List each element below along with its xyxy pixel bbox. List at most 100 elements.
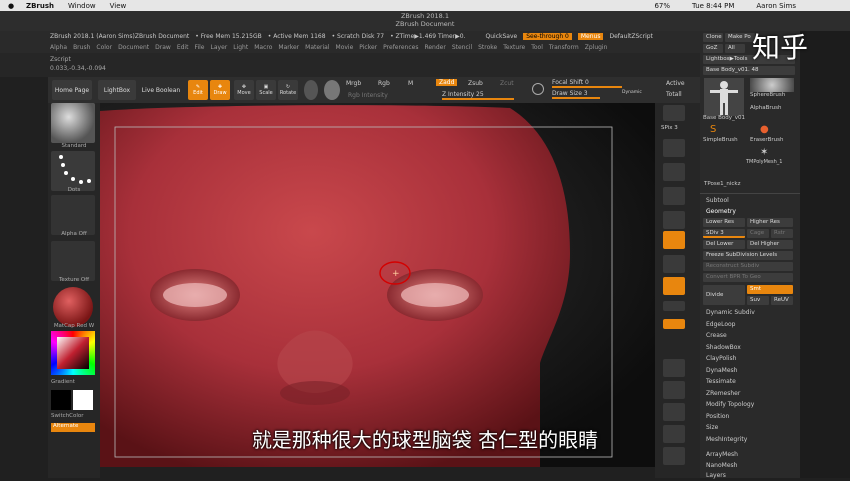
zadd-button[interactable]: Zadd <box>436 79 458 86</box>
zsub-button[interactable]: Zsub <box>468 80 483 87</box>
local-icon[interactable] <box>663 277 685 295</box>
star-icon[interactable]: ✶ <box>760 147 768 158</box>
rotate-view-icon[interactable] <box>663 425 685 443</box>
see-through-slider[interactable]: See-through 0 <box>523 33 572 40</box>
menu-item[interactable]: Movie <box>336 44 354 51</box>
smt-toggle[interactable]: Smt <box>747 285 793 294</box>
menu-item[interactable]: Macro <box>254 44 272 51</box>
menu-item[interactable]: Picker <box>359 44 377 51</box>
eraserbrush-icon[interactable]: ● <box>760 124 769 135</box>
color-square[interactable] <box>57 337 89 369</box>
alternate-button[interactable]: Alternate <box>51 423 95 432</box>
del-higher-button[interactable]: Del Higher <box>747 240 793 249</box>
dynamesh-section[interactable]: DynaMesh <box>704 366 794 376</box>
menu-item[interactable]: Draw <box>155 44 171 51</box>
simplebrush-icon[interactable]: S <box>710 124 716 135</box>
lightbox-button[interactable]: LightBox <box>98 80 136 100</box>
rotate-button[interactable]: ↻ Rotate <box>278 80 298 100</box>
gxyz-icon[interactable] <box>663 319 685 329</box>
modify-topology-section[interactable]: Modify Topology <box>704 400 794 410</box>
meshintegrity-section[interactable]: MeshIntegrity <box>704 435 794 445</box>
suv-toggle[interactable]: Suv <box>747 296 769 305</box>
menu-item[interactable]: Light <box>233 44 248 51</box>
clone-button[interactable]: Clone <box>703 33 723 42</box>
menubar-app[interactable]: ZBrush <box>26 2 54 10</box>
dynamic-subdiv-section[interactable]: Dynamic Subdiv <box>704 308 794 318</box>
menu-item[interactable]: Transform <box>549 44 579 51</box>
user-name[interactable]: Aaron Sims <box>756 2 796 10</box>
current-tool-thumbnail[interactable] <box>704 78 744 116</box>
rgb-button[interactable]: Rgb <box>378 80 390 87</box>
frame-icon[interactable] <box>663 359 685 377</box>
quicksave-button[interactable]: QuickSave <box>486 33 518 40</box>
texture-slot[interactable] <box>51 241 95 281</box>
scale-button[interactable]: ▣ Scale <box>256 80 276 100</box>
alpha-slot[interactable] <box>51 195 95 235</box>
lsym-icon[interactable] <box>663 301 685 311</box>
switch-color-button[interactable]: SwitchColor <box>48 413 100 419</box>
spix-slider[interactable]: SPix 3 <box>661 125 678 131</box>
del-lower-button[interactable]: Del Lower <box>703 240 745 249</box>
color-picker[interactable] <box>51 331 95 375</box>
lower-res-button[interactable]: Lower Res <box>703 218 745 227</box>
spherebrush-thumbnail[interactable] <box>750 78 794 92</box>
zcut-button[interactable]: Zcut <box>500 80 514 87</box>
focal-shift-slider[interactable]: Focal Shift 0 <box>552 79 622 88</box>
menu-item[interactable]: Zplugin <box>585 44 608 51</box>
geometry-section[interactable]: Geometry <box>704 207 794 217</box>
menu-item[interactable]: Preferences <box>383 44 418 51</box>
mrgb-button[interactable]: Mrgb <box>346 80 361 87</box>
crease-section[interactable]: Crease <box>704 331 794 341</box>
menu-item[interactable]: Render <box>424 44 445 51</box>
convert-bpr-button[interactable]: Convert BPR To Geo <box>703 273 793 282</box>
battery-label[interactable]: 67% <box>654 2 670 10</box>
persp-icon[interactable] <box>663 231 685 249</box>
alien-head-model[interactable]: + <box>100 103 655 467</box>
menu-item[interactable]: Marker <box>278 44 299 51</box>
menubar-window[interactable]: Window <box>68 2 96 10</box>
goz-button[interactable]: GoZ <box>703 44 723 53</box>
rstr-button[interactable]: Rstr <box>771 229 793 238</box>
line-fill-icon[interactable] <box>663 447 685 465</box>
menu-item[interactable]: Stroke <box>478 44 497 51</box>
freeze-subdiv-button[interactable]: Freeze SubDivision Levels <box>703 251 793 260</box>
menu-item[interactable]: Brush <box>73 44 90 51</box>
live-boolean-button[interactable]: Live Boolean <box>140 80 182 100</box>
bpr-button[interactable] <box>663 105 685 121</box>
size-section[interactable]: Size <box>704 423 794 433</box>
draw-size-slider[interactable]: Draw Size 3 <box>552 90 600 99</box>
standard-brush-icon[interactable] <box>51 103 95 143</box>
tessimate-section[interactable]: Tessimate <box>704 377 794 387</box>
cage-button[interactable]: Cage <box>747 229 769 238</box>
material-sphere[interactable] <box>53 287 93 327</box>
menu-item[interactable]: Edit <box>177 44 189 51</box>
menubar-view[interactable]: View <box>110 2 127 10</box>
tool-name-slider[interactable]: Base Body_v01. 48 <box>703 66 795 75</box>
zoom-icon[interactable] <box>663 163 685 181</box>
menu-item[interactable]: Layer <box>211 44 228 51</box>
main-color-swatch[interactable] <box>51 390 71 410</box>
rgb-intensity-slider[interactable]: Rgb Intensity <box>348 92 388 99</box>
higher-res-button[interactable]: Higher Res <box>747 218 793 227</box>
dots-stroke-icon[interactable] <box>51 151 95 191</box>
make-polymesh-button[interactable]: Make Po <box>725 33 755 42</box>
shadowbox-section[interactable]: ShadowBox <box>704 343 794 353</box>
menu-item[interactable]: Material <box>305 44 329 51</box>
draw-button[interactable]: ✚ Draw <box>210 80 230 100</box>
floor-icon[interactable] <box>663 255 685 273</box>
move-view-icon[interactable] <box>663 381 685 399</box>
edgeloop-section[interactable]: EdgeLoop <box>704 320 794 330</box>
nanomesh-section[interactable]: NanoMesh <box>704 461 794 471</box>
canvas-viewport[interactable]: + <box>100 103 655 467</box>
zremesher-section[interactable]: ZRemesher <box>704 389 794 399</box>
menu-item[interactable]: Tool <box>531 44 543 51</box>
secondary-color-swatch[interactable] <box>73 390 93 410</box>
scroll-icon[interactable] <box>663 139 685 157</box>
menu-item[interactable]: Texture <box>503 44 525 51</box>
menus-button[interactable]: Menus <box>577 33 604 40</box>
edit-button[interactable]: ✎ Edit <box>188 80 208 100</box>
material-sphere-icon[interactable] <box>304 80 318 100</box>
claypolish-section[interactable]: ClayPolish <box>704 354 794 364</box>
scale-view-icon[interactable] <box>663 403 685 421</box>
clock[interactable]: Tue 8:44 PM <box>692 2 734 10</box>
